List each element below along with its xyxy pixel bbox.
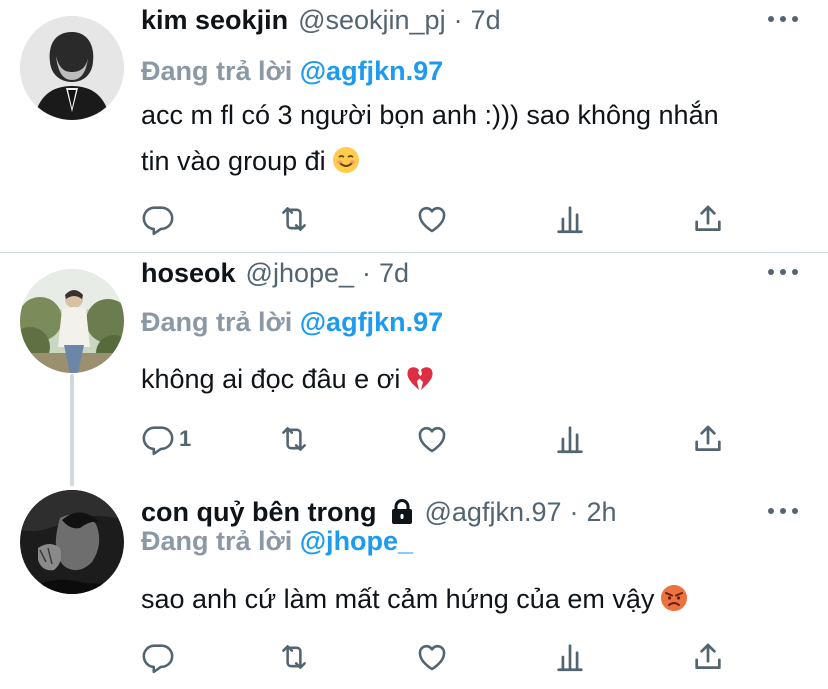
share-button[interactable] xyxy=(691,639,725,675)
user-handle[interactable]: @seokjin_pj xyxy=(298,5,446,36)
share-icon xyxy=(691,422,725,456)
retweet-icon xyxy=(277,202,311,236)
thread-line xyxy=(70,374,74,486)
share-button[interactable] xyxy=(691,201,725,237)
reply-button[interactable]: 1 xyxy=(141,421,191,457)
timestamp[interactable]: 7d xyxy=(471,5,501,36)
more-icon[interactable] xyxy=(768,4,798,34)
tweet-text-line: không ai đọc đâu e ơi xyxy=(141,364,401,394)
tweet-text: sao anh cứ làm mất cảm hứng của em vậy xyxy=(141,576,811,626)
reply-button[interactable] xyxy=(141,201,179,237)
reply-icon xyxy=(141,422,175,456)
separator-dot: · xyxy=(362,257,372,288)
tweet-text-line: tin vào group đi xyxy=(141,146,326,176)
reply-icon xyxy=(141,640,175,674)
timestamp[interactable]: 7d xyxy=(379,258,409,289)
replying-to: Đang trả lời @agfjkn.97 xyxy=(141,56,443,87)
tweet-3[interactable]: con quỷ bên trong @agfjkn.97 · 2h Đang t… xyxy=(0,476,828,689)
reply-count: 1 xyxy=(179,426,192,451)
separator-dot: · xyxy=(569,496,579,527)
like-icon xyxy=(415,422,449,456)
display-name[interactable]: kim seokjin xyxy=(141,5,288,36)
views-icon xyxy=(553,422,587,456)
share-button[interactable] xyxy=(691,421,725,457)
retweet-button[interactable] xyxy=(277,421,311,457)
tweet-text-line: sao anh cứ làm mất cảm hứng của em vậy xyxy=(141,584,655,614)
reply-button[interactable] xyxy=(141,639,179,675)
more-icon[interactable] xyxy=(768,257,798,287)
separator-dot: · xyxy=(453,4,463,35)
smiling-face-icon xyxy=(332,142,360,188)
views-button[interactable] xyxy=(553,201,587,237)
action-bar xyxy=(141,639,741,675)
tweet-text: acc m fl có 3 người bọn anh :))) sao khô… xyxy=(141,92,811,188)
user-handle[interactable]: @jhope_ xyxy=(246,258,355,289)
tweet-1[interactable]: kim seokjin @seokjin_pj · 7d Đang trả lờ… xyxy=(0,0,828,252)
replying-to: Đang trả lời @agfjkn.97 xyxy=(141,307,443,338)
angry-face-icon xyxy=(660,580,688,626)
retweet-icon xyxy=(277,422,311,456)
lock-icon xyxy=(389,498,415,526)
share-icon xyxy=(691,640,725,674)
reply-icon xyxy=(141,202,175,236)
like-button[interactable] xyxy=(415,639,449,675)
tweet-2[interactable]: hoseok @jhope_ · 7d Đang trả lời @agfjkn… xyxy=(0,253,828,486)
replying-prefix: Đang trả lời xyxy=(141,526,293,556)
like-button[interactable] xyxy=(415,201,449,237)
avatar[interactable] xyxy=(20,490,124,594)
action-bar xyxy=(141,201,741,237)
mention-link[interactable]: @jhope_ xyxy=(300,526,413,556)
display-name[interactable]: con quỷ bên trong xyxy=(141,497,377,528)
timestamp[interactable]: 2h xyxy=(587,497,617,528)
tweet-text: không ai đọc đâu e ơi xyxy=(141,356,811,406)
user-handle[interactable]: @agfjkn.97 xyxy=(425,497,562,528)
more-icon[interactable] xyxy=(768,496,798,526)
views-button[interactable] xyxy=(553,421,587,457)
broken-heart-icon xyxy=(406,360,434,406)
views-icon xyxy=(553,640,587,674)
mention-link[interactable]: @agfjkn.97 xyxy=(300,56,443,86)
retweet-icon xyxy=(277,640,311,674)
action-bar: 1 xyxy=(141,421,741,457)
views-button[interactable] xyxy=(553,639,587,675)
replying-prefix: Đang trả lời xyxy=(141,56,293,86)
display-name[interactable]: hoseok xyxy=(141,258,236,289)
retweet-button[interactable] xyxy=(277,639,311,675)
views-icon xyxy=(553,202,587,236)
share-icon xyxy=(691,202,725,236)
like-button[interactable] xyxy=(415,421,449,457)
like-icon xyxy=(415,640,449,674)
replying-prefix: Đang trả lời xyxy=(141,307,293,337)
avatar[interactable] xyxy=(20,16,124,120)
replying-to: Đang trả lời @jhope_ xyxy=(141,526,413,557)
like-icon xyxy=(415,202,449,236)
mention-link[interactable]: @agfjkn.97 xyxy=(300,307,443,337)
tweet-text-line: acc m fl có 3 người bọn anh :))) sao khô… xyxy=(141,100,719,130)
retweet-button[interactable] xyxy=(277,201,311,237)
avatar[interactable] xyxy=(20,269,124,373)
